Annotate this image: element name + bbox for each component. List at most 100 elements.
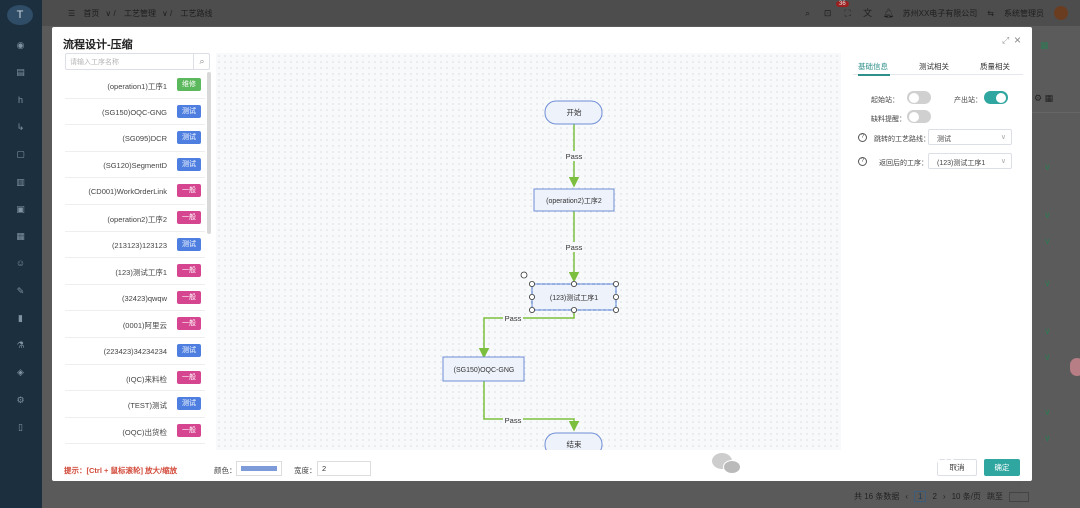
user-name[interactable]: 系统管理员 [1004, 8, 1044, 19]
jump-input[interactable] [1008, 491, 1029, 502]
modal-title: 流程设计-压缩 [63, 39, 133, 51]
flow-canvas[interactable]: Pass Pass Pass Pass 开始 (operation2)工序2 (… [216, 53, 841, 450]
book-icon[interactable]: ▯ [15, 422, 26, 433]
operation-list-item[interactable]: (OQC)出货检 一般 [65, 418, 205, 445]
tab-test[interactable]: 测试相关 [919, 61, 949, 72]
chevron-down-icon[interactable]: ∨ [1044, 326, 1051, 337]
translate-icon[interactable]: 文 [863, 8, 873, 18]
operation-list-item[interactable]: (32423)qwqw 一般 [65, 285, 205, 312]
operation-list-item[interactable]: (CD001)WorkOrderLink 一般 [65, 178, 205, 205]
operation-list-item[interactable]: (SG120)SegmentD 测试 [65, 152, 205, 179]
search-input[interactable] [70, 56, 190, 68]
chevron-down-icon[interactable]: ∨ [1044, 352, 1051, 363]
line-width-input[interactable]: 2 [317, 461, 371, 476]
user-icon[interactable]: ☺ [15, 258, 26, 269]
search-icon[interactable]: ⌕ [193, 54, 210, 69]
link-icon[interactable]: ↳ [15, 122, 26, 133]
operation-name: (operation2)工序2 [107, 214, 167, 224]
grid-icon[interactable]: ▦ [1040, 40, 1049, 51]
operation-list-item[interactable]: (213123)123123 测试 [65, 232, 205, 259]
tab-quality[interactable]: 质量相关 [980, 61, 1010, 72]
flow-graph[interactable]: Pass Pass Pass Pass 开始 (operation2)工序2 (… [216, 53, 841, 450]
resize-handle[interactable] [570, 306, 577, 313]
report-icon[interactable]: ▥ [15, 177, 26, 188]
resize-handle[interactable] [612, 306, 619, 313]
lock-icon[interactable]: ⊡ [823, 8, 833, 18]
close-icon[interactable]: × [1014, 33, 1021, 47]
flask-icon[interactable]: ⚗ [15, 340, 26, 351]
shortage-reminder-label: 缺料提醒： [871, 116, 906, 123]
output-station-toggle[interactable] [984, 91, 1008, 104]
help-icon[interactable]: ? [858, 157, 867, 166]
expand-icon[interactable]: ⤢ [1002, 35, 1009, 46]
operation-list-item[interactable]: (operation2)工序2 一般 [65, 205, 205, 232]
wrench-icon[interactable]: ✎ [15, 286, 26, 297]
tab-basic-info[interactable]: 基础信息 [858, 61, 888, 72]
help-icon[interactable]: ? [858, 133, 867, 142]
file-icon[interactable]: ▢ [15, 149, 26, 160]
return-op-value: (123)测试工序1 [937, 160, 986, 167]
resize-handle[interactable] [570, 280, 577, 287]
operation-list-item[interactable]: (123)测试工序1 一般 [65, 258, 205, 285]
edge-oqc-end[interactable] [483, 381, 580, 432]
page-button[interactable]: 2 [932, 492, 936, 501]
package-icon[interactable]: ▣ [15, 204, 26, 215]
operation-name: (213123)123123 [111, 240, 167, 250]
operation-list-item[interactable]: (SG150)OQC-GNG 测试 [65, 99, 205, 126]
swap-icon[interactable]: ⇆ [987, 9, 994, 18]
start-station-toggle[interactable] [907, 91, 931, 104]
menu-toggle-icon[interactable]: ☰ [68, 9, 75, 18]
operation-name: (223423)34234234 [103, 346, 167, 356]
confirm-button[interactable]: 确定 [984, 459, 1020, 476]
operation-list-item[interactable]: (SG095)DCR 测试 [65, 125, 205, 152]
rotate-handle[interactable] [520, 271, 528, 279]
return-op-select[interactable]: (123)测试工序1 ∨ [928, 153, 1012, 169]
resize-handle[interactable] [528, 280, 535, 287]
start-node-label: 开始 [567, 107, 582, 117]
scrollbar-thumb[interactable] [1070, 358, 1080, 376]
chevron-down-icon[interactable]: ∨ [1044, 407, 1051, 418]
calendar-icon[interactable]: ▦ [15, 231, 26, 242]
bell-icon[interactable]: 🔔︎ [883, 8, 894, 18]
operation-list-item[interactable]: (operation1)工序1 维修 [65, 72, 205, 99]
prev-page-icon[interactable]: ‹ [905, 492, 908, 501]
shortage-reminder-toggle[interactable] [907, 110, 931, 123]
chevron-down-icon[interactable]: ∨ [1044, 236, 1051, 247]
shield-icon[interactable]: ◈ [15, 367, 26, 378]
edge-test1-oqc[interactable] [478, 310, 575, 359]
chevron-down-icon[interactable]: ∨ [1044, 278, 1051, 289]
resize-handle[interactable] [612, 280, 619, 287]
chevron-down-icon: ∨ [1000, 134, 1006, 141]
document-icon[interactable]: ▤ [15, 67, 26, 78]
resize-handle[interactable] [612, 293, 619, 300]
settings-icon[interactable]: ⚙ ▦ [1034, 93, 1053, 104]
search-icon[interactable]: ⌕ [803, 8, 813, 18]
chevron-down-icon[interactable]: ∨ [1044, 210, 1051, 221]
route-icon[interactable]: h [15, 95, 26, 106]
chevron-down-icon[interactable]: ∨ [1044, 162, 1051, 173]
notification-badge: 36 [836, 1, 849, 7]
dashboard-icon[interactable]: ◉ [15, 40, 26, 51]
page-button[interactable]: 1 [914, 491, 927, 502]
list-scrollbar[interactable] [207, 72, 211, 234]
line-color-picker[interactable] [236, 461, 282, 476]
operation-list-item[interactable]: (223423)34234234 测试 [65, 338, 205, 365]
fullscreen-icon[interactable]: ⛶ [843, 8, 853, 18]
resize-handle[interactable] [528, 293, 535, 300]
company-name[interactable]: 苏州XX电子有限公司 [903, 8, 978, 19]
avatar[interactable] [1054, 6, 1068, 20]
gear-icon[interactable]: ⚙ [15, 395, 26, 406]
jump-route-select[interactable]: 测试 ∨ [928, 129, 1012, 145]
breadcrumb-item[interactable]: 工艺管理 [124, 9, 156, 18]
chart-icon[interactable]: ▮ [15, 313, 26, 324]
next-page-icon[interactable]: › [943, 492, 946, 501]
operation-list-item[interactable]: (0001)阿里云 一般 [65, 311, 205, 338]
chevron-down-icon[interactable]: ∨ [1044, 433, 1051, 444]
resize-handle[interactable] [528, 306, 535, 313]
operation-list-item[interactable]: (IQC)来料检 一般 [65, 365, 205, 392]
breadcrumb-item[interactable]: 首页 [83, 9, 99, 18]
operation-list-item[interactable]: (TEST)测试 测试 [65, 391, 205, 418]
edge-label: Pass [566, 152, 583, 161]
operation-name: (CD001)WorkOrderLink [88, 187, 167, 197]
page-size-select[interactable]: 10 条/页 [952, 491, 981, 502]
